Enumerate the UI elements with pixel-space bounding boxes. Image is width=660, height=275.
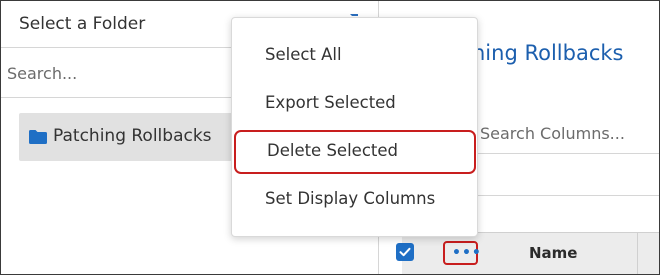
app-frame: Select a Folder Patching Rollbacks hing … <box>0 0 660 275</box>
folder-item-label: Patching Rollbacks <box>53 126 212 146</box>
menu-item-label: Select All <box>265 45 342 64</box>
column-header-name[interactable]: Name <box>529 244 577 262</box>
menu-item-export-selected[interactable]: Export Selected <box>232 82 477 126</box>
menu-item-set-display-columns[interactable]: Set Display Columns <box>232 178 477 222</box>
folder-panel-title: Select a Folder <box>19 14 146 34</box>
select-all-checkbox[interactable] <box>396 243 414 261</box>
column-search-container <box>480 118 659 148</box>
content-panel-title: hing Rollbacks <box>472 41 624 65</box>
more-actions-button[interactable]: ••• <box>443 241 481 265</box>
column-search-input[interactable] <box>480 118 659 148</box>
folder-search-input[interactable] <box>7 58 257 88</box>
actions-menu: Select All Export Selected Delete Select… <box>231 17 478 237</box>
menu-item-label: Export Selected <box>265 93 396 112</box>
menu-item-label: Delete Selected <box>267 141 398 160</box>
menu-item-select-all[interactable]: Select All <box>232 34 477 78</box>
folder-item-patching-rollbacks[interactable]: Patching Rollbacks <box>19 113 259 161</box>
checkmark-icon <box>399 247 411 257</box>
menu-item-label: Set Display Columns <box>265 189 436 208</box>
menu-item-delete-selected[interactable]: Delete Selected <box>234 130 476 174</box>
column-divider <box>637 233 638 274</box>
more-horizontal-icon: ••• <box>452 245 482 261</box>
folder-icon <box>29 130 47 144</box>
